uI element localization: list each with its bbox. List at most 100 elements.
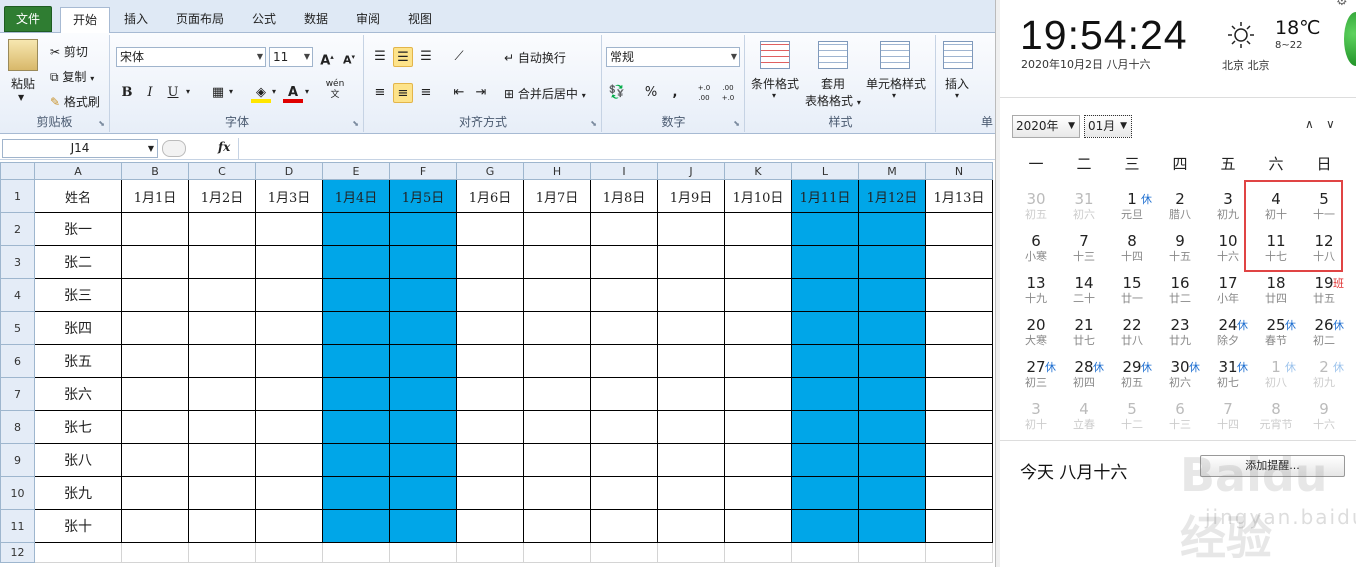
cell[interactable] — [389, 476, 457, 510]
cell[interactable] — [322, 245, 390, 279]
paste-dropdown-icon[interactable]: ▼ — [18, 93, 24, 102]
align-middle-icon[interactable]: ☰ — [393, 47, 413, 67]
decrease-decimal-button[interactable]: .00 +.0 — [717, 83, 739, 103]
fx-icon[interactable]: fx — [218, 140, 230, 154]
cell[interactable] — [791, 476, 859, 510]
conditional-format-button[interactable]: 条件格式 — [751, 75, 799, 92]
cell[interactable] — [657, 311, 725, 345]
next-month-icon[interactable]: ∨ — [1326, 117, 1335, 131]
cell[interactable] — [791, 311, 859, 345]
cell[interactable]: 1月6日 — [456, 179, 524, 213]
cell[interactable] — [858, 509, 926, 543]
cell[interactable] — [925, 509, 993, 543]
calendar-day[interactable]: 2 初九休 — [1300, 358, 1348, 400]
cell[interactable] — [188, 278, 256, 312]
formula-bar-resize-handle[interactable] — [162, 140, 186, 157]
cell[interactable] — [188, 344, 256, 378]
cell[interactable] — [255, 344, 323, 378]
cell[interactable] — [322, 410, 390, 444]
conditional-format-icon[interactable] — [760, 41, 790, 69]
row-header[interactable]: 4 — [0, 278, 35, 312]
cell[interactable] — [322, 443, 390, 477]
paste-button[interactable]: 粘贴 — [11, 75, 35, 92]
cell[interactable] — [657, 542, 725, 563]
cell[interactable] — [657, 245, 725, 279]
cell[interactable] — [456, 443, 524, 477]
cell[interactable] — [121, 311, 189, 345]
phonetic-icon[interactable]: wén 文 — [325, 79, 345, 100]
cell[interactable] — [590, 509, 658, 543]
cell[interactable] — [791, 377, 859, 411]
font-size-select[interactable]: 11 ▼ — [269, 47, 313, 67]
cell[interactable] — [456, 542, 524, 563]
number-format-select[interactable]: 常规 ▼ — [606, 47, 740, 67]
cell[interactable] — [188, 410, 256, 444]
cell[interactable]: 1月7日 — [523, 179, 591, 213]
column-header[interactable]: D — [255, 162, 323, 180]
cell[interactable]: 张五 — [34, 344, 122, 378]
table-format-button[interactable]: 表格格式 ▾ — [805, 92, 861, 109]
cell[interactable] — [657, 377, 725, 411]
cell[interactable] — [791, 410, 859, 444]
cell[interactable] — [255, 377, 323, 411]
insert-cells-button[interactable]: 插入 — [945, 75, 969, 92]
cell[interactable]: 1月12日 — [858, 179, 926, 213]
increase-indent-icon[interactable]: ⇥ — [471, 83, 491, 103]
row-header[interactable]: 1 — [0, 179, 35, 213]
cell[interactable] — [590, 443, 658, 477]
tab-formulas[interactable]: 公式 — [244, 7, 284, 33]
cell[interactable]: 1月1日 — [121, 179, 189, 213]
clipboard-dialog-launcher-icon[interactable]: ⬊ — [98, 119, 105, 128]
year-select[interactable]: 2020年 ▼ — [1012, 115, 1080, 138]
cell[interactable] — [255, 410, 323, 444]
cell[interactable] — [523, 311, 591, 345]
cell[interactable] — [322, 509, 390, 543]
tab-data[interactable]: 数据 — [296, 7, 336, 33]
align-right-icon[interactable]: ≡ — [416, 83, 436, 103]
font-color-icon[interactable]: A — [283, 83, 303, 103]
cell[interactable]: 张二 — [34, 245, 122, 279]
calendar-day[interactable]: 24 除夕休 — [1204, 316, 1252, 358]
cell[interactable] — [657, 212, 725, 246]
calendar-day[interactable]: 7 十三 — [1060, 232, 1108, 274]
cell[interactable] — [925, 542, 993, 563]
cell[interactable] — [925, 245, 993, 279]
cell[interactable] — [389, 377, 457, 411]
cell[interactable]: 1月2日 — [188, 179, 256, 213]
cell[interactable] — [590, 476, 658, 510]
align-top-icon[interactable]: ☰ — [370, 47, 390, 67]
table-format-line1[interactable]: 套用 — [821, 75, 845, 92]
row-header[interactable]: 12 — [0, 542, 35, 563]
cell-styles-button[interactable]: 单元格样式 — [866, 75, 926, 92]
tab-page-layout[interactable]: 页面布局 — [168, 7, 232, 33]
merge-center-button[interactable]: ⊞ 合并后居中 ▾ — [504, 85, 586, 102]
cell[interactable] — [791, 443, 859, 477]
cell[interactable]: 张三 — [34, 278, 122, 312]
cell[interactable] — [724, 476, 792, 510]
cell[interactable] — [389, 311, 457, 345]
column-header[interactable]: C — [188, 162, 256, 180]
cell[interactable] — [858, 344, 926, 378]
cell[interactable] — [121, 278, 189, 312]
calendar-day[interactable]: 4 立春 — [1060, 400, 1108, 442]
cell[interactable] — [590, 278, 658, 312]
select-all-corner[interactable] — [0, 162, 35, 180]
cell[interactable] — [523, 443, 591, 477]
calendar-day[interactable]: 27 初三休 — [1012, 358, 1060, 400]
calendar-day[interactable]: 6 小寒 — [1012, 232, 1060, 274]
cell[interactable] — [121, 377, 189, 411]
cell[interactable] — [791, 509, 859, 543]
row-header[interactable]: 10 — [0, 476, 35, 510]
row-header[interactable]: 8 — [0, 410, 35, 444]
formula-input[interactable] — [238, 138, 995, 159]
cell[interactable] — [858, 311, 926, 345]
cell[interactable] — [322, 311, 390, 345]
cell[interactable] — [791, 542, 859, 563]
cell[interactable]: 姓名 — [34, 179, 122, 213]
cell[interactable] — [657, 476, 725, 510]
column-header[interactable]: K — [724, 162, 792, 180]
cell[interactable] — [121, 509, 189, 543]
cell[interactable] — [657, 509, 725, 543]
cell[interactable] — [389, 212, 457, 246]
cell[interactable]: 1月8日 — [590, 179, 658, 213]
